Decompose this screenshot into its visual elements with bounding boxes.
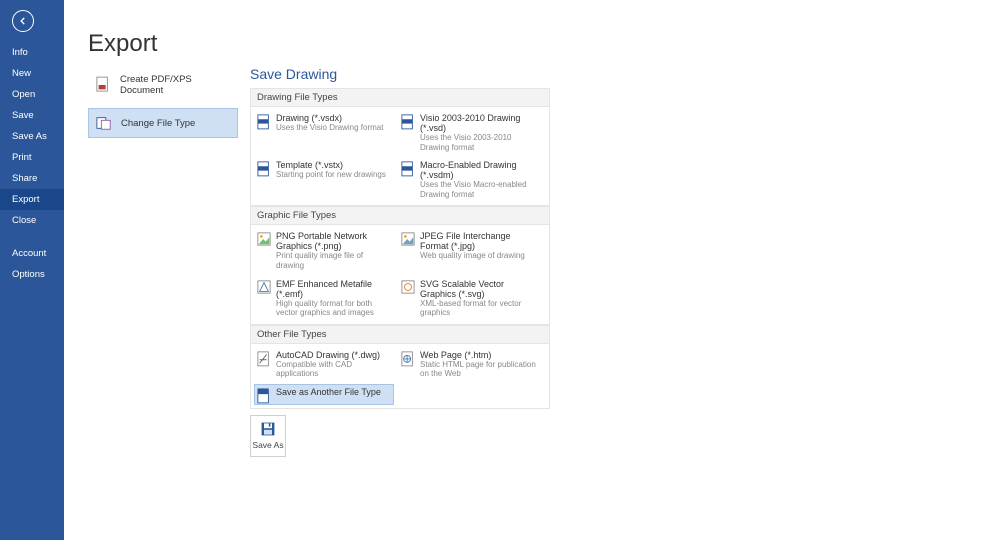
group-header-graphic: Graphic File Types <box>250 206 550 224</box>
filetype-dwg[interactable]: AutoCAD Drawing (*.dwg)Compatible with C… <box>254 347 396 382</box>
vector-file-icon <box>257 280 271 294</box>
back-arrow-icon <box>18 16 28 26</box>
export-option-pdfxps[interactable]: Create PDF/XPS Document <box>88 68 238 102</box>
pdfxps-icon <box>95 76 112 94</box>
change-filetype-icon <box>95 114 113 132</box>
group-header-other: Other File Types <box>250 325 550 343</box>
sidebar-item-new[interactable]: New <box>0 63 64 84</box>
image-file-icon <box>257 232 271 246</box>
visio-file-icon <box>257 161 271 175</box>
filetype-vsdm[interactable]: Macro-Enabled Drawing (*.vsdm)Uses the V… <box>398 157 540 202</box>
save-drawing-panel: Save Drawing Drawing File Types Drawing … <box>250 66 550 457</box>
group-body-graphic: PNG Portable Network Graphics (*.png)Pri… <box>250 224 550 324</box>
page-title: Export <box>88 30 976 58</box>
sidebar-item-share[interactable]: Share <box>0 168 64 189</box>
save-icon <box>260 421 276 437</box>
export-option-label: Change File Type <box>121 118 195 129</box>
export-option-label: Create PDF/XPS Document <box>120 74 231 96</box>
filetype-vsd[interactable]: Visio 2003-2010 Drawing (*.vsd)Uses the … <box>398 110 540 155</box>
filetype-png[interactable]: PNG Portable Network Graphics (*.png)Pri… <box>254 228 396 273</box>
web-file-icon <box>401 351 415 365</box>
sidebar-item-save[interactable]: Save <box>0 105 64 126</box>
save-drawing-title: Save Drawing <box>250 66 550 82</box>
filetype-other[interactable]: Save as Another File Type <box>254 384 394 405</box>
filetype-jpg[interactable]: JPEG File Interchange Format (*.jpg)Web … <box>398 228 540 273</box>
sidebar-item-export[interactable]: Export <box>0 189 64 210</box>
sidebar-item-info[interactable]: Info <box>0 42 64 63</box>
cad-file-icon <box>257 351 271 365</box>
sidebar-item-print[interactable]: Print <box>0 147 64 168</box>
filetype-htm[interactable]: Web Page (*.htm)Static HTML page for pub… <box>398 347 540 382</box>
visio-file-icon <box>401 114 415 128</box>
filetype-vstx[interactable]: Template (*.vstx)Starting point for new … <box>254 157 396 202</box>
sidebar-item-options[interactable]: Options <box>0 264 64 285</box>
back-button[interactable] <box>12 10 34 32</box>
visio-file-icon <box>401 161 415 175</box>
group-body-other: AutoCAD Drawing (*.dwg)Compatible with C… <box>250 343 550 409</box>
export-option-changefiletype[interactable]: Change File Type <box>88 108 238 138</box>
filetype-svg[interactable]: SVG Scalable Vector Graphics (*.svg)XML-… <box>398 276 540 321</box>
image-file-icon <box>401 232 415 246</box>
vector-file-icon <box>401 280 415 294</box>
sidebar-item-close[interactable]: Close <box>0 210 64 231</box>
group-body-drawing: Drawing (*.vsdx)Uses the Visio Drawing f… <box>250 106 550 206</box>
filetype-emf[interactable]: EMF Enhanced Metafile (*.emf)High qualit… <box>254 276 396 321</box>
sidebar-item-saveas[interactable]: Save As <box>0 126 64 147</box>
backstage-sidebar: Info New Open Save Save As Print Share E… <box>0 0 64 540</box>
sidebar-item-account[interactable]: Account <box>0 243 64 264</box>
save-as-button[interactable]: Save As <box>250 415 286 457</box>
sidebar-item-open[interactable]: Open <box>0 84 64 105</box>
export-left-panel: Create PDF/XPS Document Change File Type <box>88 68 238 138</box>
generic-file-icon <box>257 388 271 402</box>
save-as-label: Save As <box>252 440 283 450</box>
group-header-drawing: Drawing File Types <box>250 88 550 106</box>
filetype-vsdx[interactable]: Drawing (*.vsdx)Uses the Visio Drawing f… <box>254 110 396 155</box>
visio-file-icon <box>257 114 271 128</box>
